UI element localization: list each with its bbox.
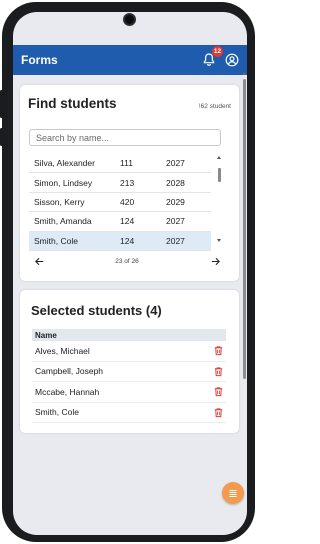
- prev-page-button[interactable]: [32, 254, 46, 268]
- student-row[interactable]: Simon, Lindsey 213 2028: [29, 173, 211, 193]
- selected-student-name: Smith, Cole: [35, 407, 79, 418]
- selected-student-name: Mccabe, Hannah: [35, 386, 100, 397]
- page-indicator: 23 of 26: [115, 257, 139, 265]
- find-students-card: Find students !62 student Silva, Alexand…: [20, 85, 239, 281]
- selected-student-name: Alves, Michael: [35, 345, 90, 356]
- trash-icon: [214, 387, 223, 397]
- student-year: 2029: [166, 196, 185, 207]
- student-room: 111: [120, 158, 133, 169]
- selected-student-row: Mccabe, Hannah: [32, 382, 226, 403]
- selected-students-card: Selected students (4) Name Alves, Michae…: [20, 290, 239, 433]
- student-row[interactable]: Sisson, Kerry 420 2029: [29, 193, 211, 213]
- selected-student-row: Alves, Michael: [32, 341, 226, 362]
- arrow-left-icon: [34, 257, 43, 265]
- table-scroll-down-arrow[interactable]: [217, 239, 221, 242]
- student-row[interactable]: Smith, Cole 124 2027: [29, 231, 211, 251]
- page-scroll-thumb[interactable]: [243, 79, 246, 379]
- student-room: 124: [120, 235, 135, 246]
- selected-students-table: Name Alves, Michael Campbell, Joseph Mccab…: [32, 329, 226, 423]
- scroll-down-arrow[interactable]: [242, 527, 246, 530]
- student-name: Sisson, Kerry: [34, 196, 85, 207]
- front-camera: [123, 13, 136, 26]
- student-room: 124: [120, 216, 135, 227]
- selected-students-title: Selected students (4): [31, 303, 162, 318]
- remove-student-button[interactable]: [213, 345, 224, 356]
- trash-icon: [214, 367, 223, 376]
- notifications-button[interactable]: 12: [201, 46, 223, 68]
- arrow-right-icon: [211, 257, 220, 265]
- student-year: 2028: [166, 177, 185, 188]
- student-name: Smith, Cole: [34, 235, 78, 246]
- student-year: 2027: [166, 216, 185, 227]
- scroll-up-arrow[interactable]: [242, 72, 246, 75]
- student-count: !62 student: [198, 103, 231, 110]
- trash-icon: [214, 346, 223, 356]
- trash-icon: [214, 408, 223, 417]
- name-column-header: Name: [32, 329, 226, 341]
- selected-student-row: Campbell, Joseph: [32, 362, 226, 382]
- student-year: 2027: [166, 158, 185, 169]
- remove-student-button[interactable]: [213, 366, 224, 377]
- find-students-header: Find students !62 student: [28, 96, 231, 111]
- search-input[interactable]: [29, 129, 221, 146]
- find-students-title: Find students: [28, 96, 117, 111]
- student-year: 2027: [166, 235, 185, 246]
- student-room: 213: [120, 177, 135, 188]
- student-name: Silva, Alexander: [34, 158, 95, 169]
- pagination: 23 of 26: [32, 253, 222, 269]
- app-bar: Forms 12: [13, 45, 247, 75]
- table-scrollbar[interactable]: [217, 156, 223, 242]
- table-scroll-up-arrow[interactable]: [217, 156, 221, 159]
- student-name: Smith, Amanda: [34, 216, 92, 227]
- student-name: Simon, Lindsey: [34, 177, 93, 188]
- next-page-button[interactable]: [208, 254, 222, 268]
- app-title: Forms: [21, 53, 58, 67]
- menu-fab[interactable]: [222, 482, 244, 504]
- remove-student-button[interactable]: [213, 386, 224, 397]
- student-row[interactable]: Silva, Alexander 111 2027: [29, 154, 211, 174]
- user-circle-icon: [225, 53, 239, 67]
- students-table: Silva, Alexander 111 2027 Simon, Lindsey 213…: [29, 154, 211, 251]
- list-icon: [229, 490, 237, 497]
- remove-student-button[interactable]: [213, 407, 224, 418]
- phone-frame: Forms 12 Find students !62 student Searc…: [2, 2, 255, 542]
- phone-screen: Forms 12 Find students !62 student Searc…: [13, 12, 247, 535]
- account-button[interactable]: [225, 53, 239, 67]
- table-scroll-thumb[interactable]: [218, 168, 221, 182]
- selected-student-row: Smith, Cole: [32, 403, 226, 423]
- student-room: 420: [120, 196, 135, 207]
- student-row[interactable]: Smith, Amanda 124 2027: [29, 212, 211, 232]
- selected-student-name: Campbell, Joseph: [35, 366, 104, 377]
- notification-badge: 12: [212, 46, 223, 57]
- page-scrollbar[interactable]: [242, 72, 246, 530]
